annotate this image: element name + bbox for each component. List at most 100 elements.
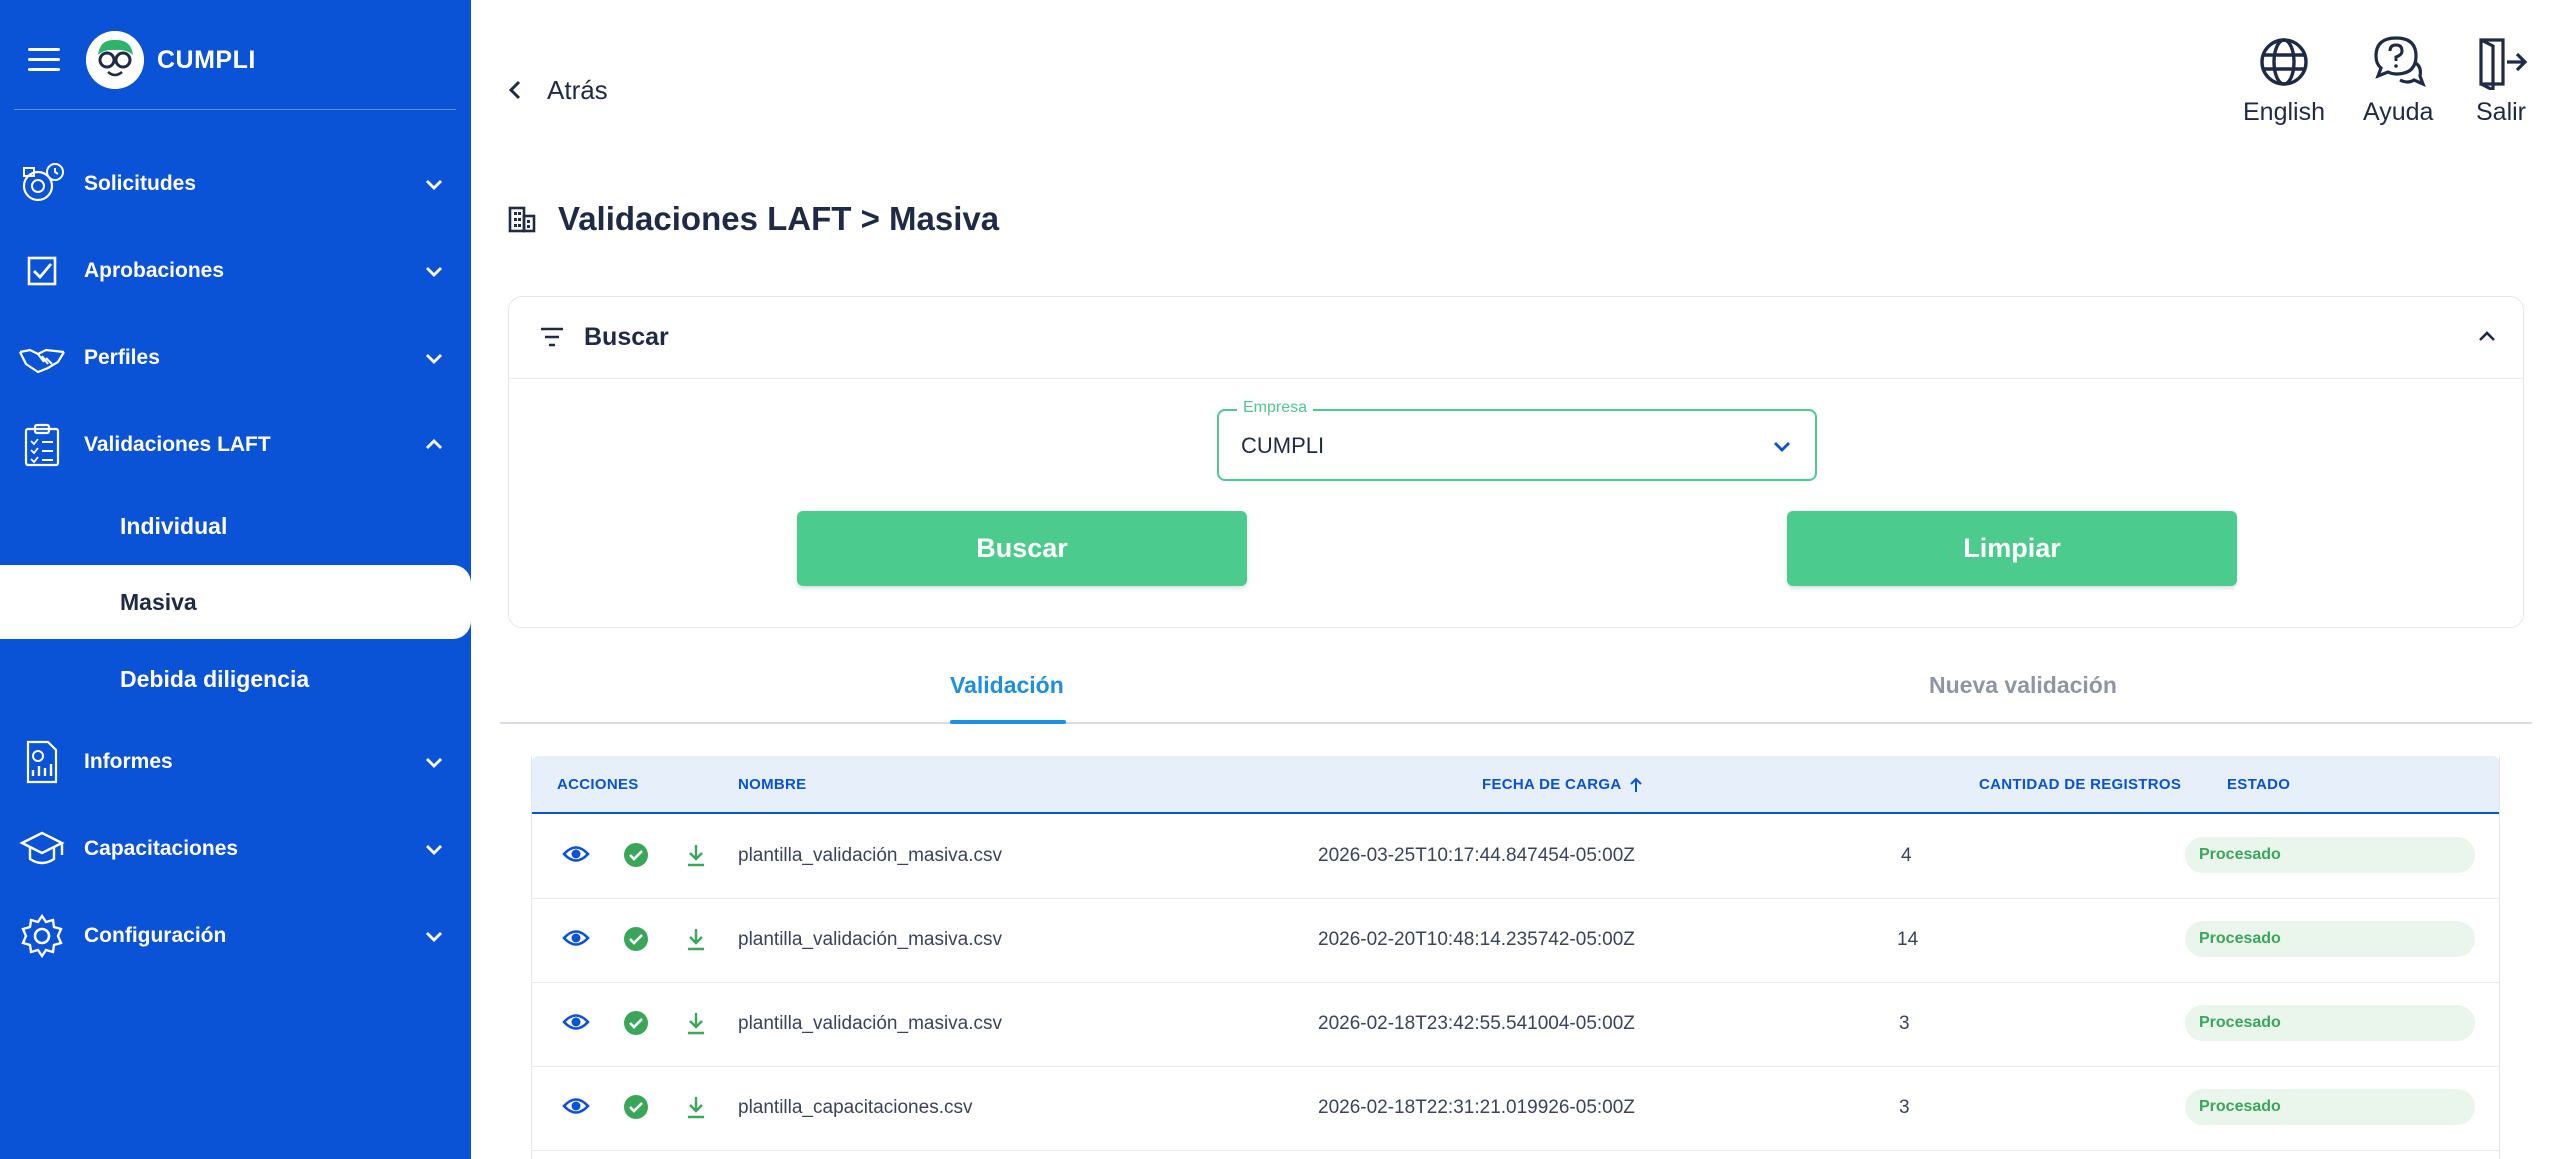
- row-count: 14: [1897, 929, 1919, 950]
- handshake-icon: [19, 348, 65, 374]
- row-date: 2026-02-18T22:31:21.019926-05:00Z: [1318, 1097, 1635, 1118]
- row-count: 4: [1901, 845, 1912, 866]
- logout-label: Salir: [2475, 98, 2526, 126]
- sidebar-subitem-label: Individual: [120, 512, 228, 539]
- table-row: plantilla_validación_masiva.csv 2026-02-…: [532, 899, 2499, 983]
- chevron-up-icon: [426, 439, 442, 449]
- checkbox-icon: [27, 256, 57, 286]
- eye-icon[interactable]: [562, 927, 590, 949]
- clear-button[interactable]: Limpiar: [1787, 511, 2237, 586]
- sidebar-subitem-debida-diligencia[interactable]: Debida diligencia: [0, 642, 471, 716]
- language-button[interactable]: English: [2243, 34, 2325, 127]
- row-name: plantilla_capacitaciones.csv: [738, 1097, 973, 1118]
- sidebar-item-label: Perfiles: [84, 346, 160, 369]
- download-icon[interactable]: [686, 927, 706, 951]
- chevron-down-icon: [426, 267, 442, 277]
- download-icon[interactable]: [686, 843, 706, 867]
- sidebar-item-validaciones-laft[interactable]: Validaciones LAFT: [0, 408, 471, 482]
- check-circle-icon[interactable]: [624, 843, 648, 867]
- column-header-status[interactable]: ESTADO: [2227, 776, 2290, 793]
- requests-icon: [22, 163, 64, 202]
- help-label: Ayuda: [2363, 98, 2434, 126]
- report-icon: [26, 740, 58, 784]
- eye-icon[interactable]: [562, 1095, 590, 1117]
- row-date: 2026-02-18T23:42:55.541004-05:00Z: [1318, 1013, 1635, 1034]
- globe-icon: [2260, 38, 2308, 86]
- column-header-date-label: FECHA DE CARGA: [1482, 776, 1622, 793]
- sidebar-header: CUMPLI: [0, 0, 471, 110]
- help-button[interactable]: Ayuda: [2363, 34, 2433, 127]
- row-date: 2026-02-20T10:48:14.235742-05:00Z: [1318, 929, 1635, 950]
- status-badge: Procesado: [2185, 921, 2475, 957]
- row-count: 3: [1899, 1097, 1910, 1118]
- eye-icon[interactable]: [562, 1011, 590, 1033]
- graduation-cap-icon: [19, 831, 65, 865]
- chevron-down-icon: [426, 758, 442, 768]
- sidebar-subitem-masiva[interactable]: Masiva: [0, 565, 471, 639]
- download-icon[interactable]: [686, 1011, 706, 1035]
- row-name: plantilla_validación_masiva.csv: [738, 845, 1003, 866]
- hamburger-menu-icon[interactable]: [28, 48, 60, 72]
- logout-door-icon: [2479, 38, 2528, 90]
- validations-table: ACCIONES NOMBRE FECHA DE CARGA CANTIDAD …: [531, 756, 2500, 1159]
- tab-nueva-validacion[interactable]: Nueva validación: [1929, 672, 2117, 699]
- help-chat-icon: [2374, 36, 2427, 88]
- page-header: Validaciones LAFT > Masiva: [508, 200, 999, 238]
- check-circle-icon[interactable]: [624, 927, 648, 951]
- chevron-down-icon: [426, 932, 442, 942]
- check-circle-icon[interactable]: [624, 1095, 648, 1119]
- row-name: plantilla_validación_masiva.csv: [738, 1013, 1003, 1034]
- sidebar-item-perfiles[interactable]: Perfiles: [0, 321, 471, 395]
- column-header-date[interactable]: FECHA DE CARGA: [1482, 776, 1643, 793]
- sidebar-item-aprobaciones[interactable]: Aprobaciones: [0, 234, 471, 308]
- column-header-count[interactable]: CANTIDAD DE REGISTROS: [1979, 776, 2181, 793]
- search-card: Buscar Empresa CUMPLI Buscar Limpiar: [508, 296, 2524, 628]
- status-badge: Procesado: [2185, 837, 2475, 873]
- page-title: Validaciones LAFT > Masiva: [558, 200, 1000, 237]
- tabs-bar: Validación Nueva validación: [500, 650, 2532, 724]
- filter-icon: [541, 327, 563, 347]
- status-badge: Procesado: [2185, 1005, 2475, 1041]
- row-date: 2026-03-25T10:17:44.847454-05:00Z: [1318, 845, 1635, 866]
- company-select[interactable]: Empresa CUMPLI: [1217, 399, 1817, 481]
- sidebar-item-label: Capacitaciones: [84, 837, 239, 860]
- sidebar-item-informes[interactable]: Informes: [0, 725, 471, 799]
- cumpli-logo: [86, 31, 144, 89]
- sidebar: CUMPLI Solicitudes Aprobaciones Perfiles: [0, 0, 471, 1159]
- company-select-value: CUMPLI: [1241, 433, 1325, 458]
- brand-name: CUMPLI: [157, 46, 256, 74]
- check-circle-icon[interactable]: [624, 1011, 648, 1035]
- chevron-down-icon: [426, 845, 442, 855]
- sidebar-subitem-individual[interactable]: Individual: [0, 489, 471, 563]
- building-icon: [508, 206, 536, 233]
- table-row: plantilla_validación_masiva.csv 2026-03-…: [532, 815, 2499, 899]
- table-row: plantilla_capacitaciones.csv 2026-02-18T…: [532, 1067, 2499, 1151]
- download-icon[interactable]: [686, 1095, 706, 1119]
- back-label: Atrás: [547, 74, 608, 105]
- eye-icon[interactable]: [562, 843, 590, 865]
- sidebar-item-label: Validaciones LAFT: [84, 433, 271, 456]
- sidebar-item-configuracion[interactable]: Configuración: [0, 899, 471, 973]
- table-row: plantilla_validación_masiva.csv 2026-02-…: [532, 983, 2499, 1067]
- status-badge: Procesado: [2185, 1089, 2475, 1125]
- column-header-actions: ACCIONES: [557, 776, 639, 793]
- column-header-name[interactable]: NOMBRE: [738, 776, 806, 793]
- search-card-header[interactable]: Buscar: [509, 297, 2523, 379]
- language-label: English: [2243, 98, 2325, 126]
- sidebar-subitem-label: Masiva: [120, 588, 197, 615]
- logout-button[interactable]: Salir: [2473, 34, 2529, 127]
- sidebar-divider: [14, 109, 456, 110]
- row-count: 3: [1899, 1013, 1910, 1034]
- table-header: ACCIONES NOMBRE FECHA DE CARGA CANTIDAD …: [532, 756, 2499, 814]
- active-tab-indicator: [950, 720, 1066, 724]
- chevron-up-icon[interactable]: [2475, 325, 2499, 349]
- sidebar-item-label: Informes: [84, 750, 173, 773]
- chevron-down-icon: [426, 180, 442, 190]
- back-button[interactable]: Atrás: [505, 68, 608, 112]
- sidebar-item-label: Configuración: [84, 924, 227, 947]
- sidebar-item-capacitaciones[interactable]: Capacitaciones: [0, 812, 471, 886]
- tab-validacion[interactable]: Validación: [950, 672, 1064, 699]
- sidebar-subitem-label: Debida diligencia: [120, 665, 310, 692]
- search-button[interactable]: Buscar: [797, 511, 1247, 586]
- sidebar-item-solicitudes[interactable]: Solicitudes: [0, 147, 471, 221]
